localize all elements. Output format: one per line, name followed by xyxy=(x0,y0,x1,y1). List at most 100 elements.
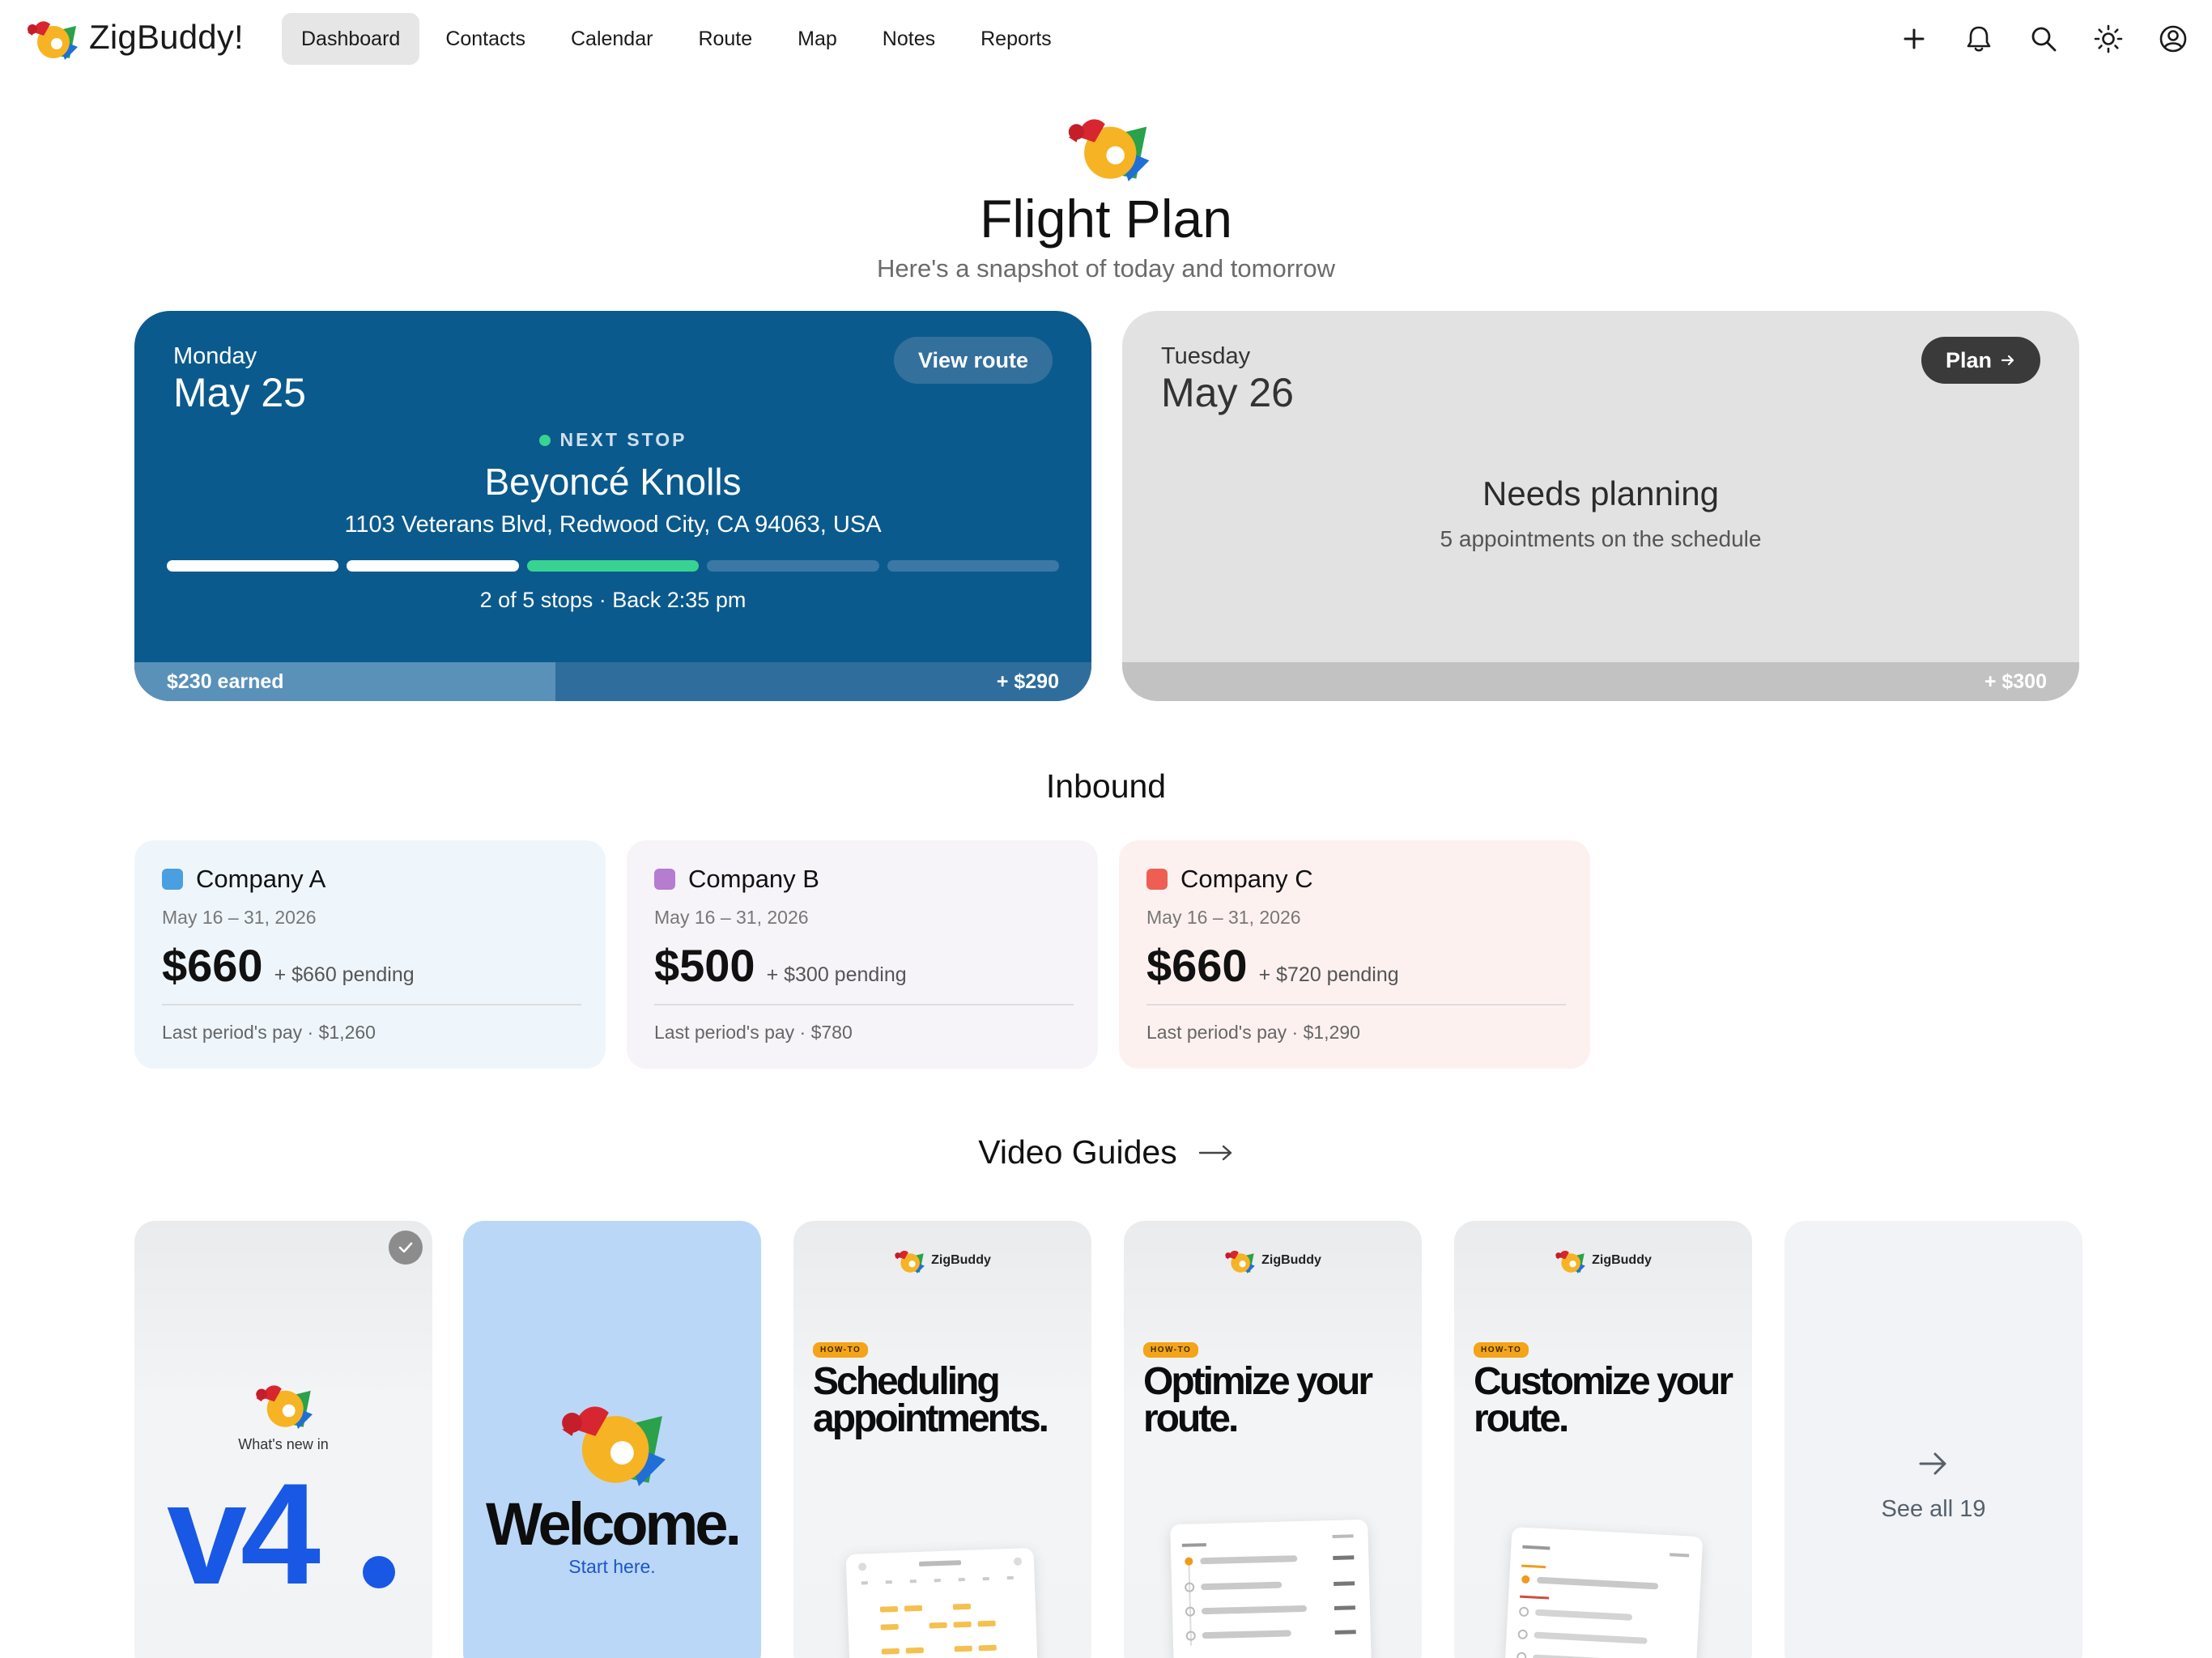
inbound-section-title: Inbound xyxy=(1045,767,1167,805)
see-all-guides-card[interactable]: See all 19 xyxy=(1784,1221,2082,1658)
plan-button[interactable]: Plan xyxy=(1921,337,2040,384)
zigbuddy-logo-icon xyxy=(894,1247,925,1273)
guide-subtitle: Start here. xyxy=(568,1556,656,1577)
route-settings-mockup-graphic xyxy=(1516,1545,1690,1658)
company-name: Company B xyxy=(688,865,819,893)
add-button[interactable] xyxy=(1898,19,1930,58)
account-button[interactable] xyxy=(2157,19,2189,58)
stops-summary: 2 of 5 stops · Back 2:35 pm xyxy=(479,588,747,612)
company-amount: $660 xyxy=(1146,940,1248,991)
video-guides-title: Video Guides xyxy=(978,1133,1177,1171)
company-card[interactable]: Company C May 16 – 31, 2026 $660 + $720 … xyxy=(1119,840,1590,1069)
stop-progress-segment xyxy=(707,560,879,572)
nav-actions xyxy=(1898,19,2189,58)
company-name: Company C xyxy=(1180,865,1313,893)
check-icon xyxy=(398,1242,413,1253)
next-stop-label: NEXT STOP xyxy=(134,429,1091,451)
video-guide-card[interactable]: ZigBuddy HOW-TO Optimize your route. xyxy=(1124,1221,1422,1658)
company-amount: $500 xyxy=(654,940,755,991)
status-dot-icon xyxy=(538,434,551,446)
plan-button-label: Plan xyxy=(1945,347,1992,372)
company-pending: + $720 pending xyxy=(1258,963,1399,986)
company-name: Company A xyxy=(196,865,326,893)
brand[interactable]: ZigBuddy! xyxy=(26,15,244,60)
company-last-pay: Last period's pay · $1,260 xyxy=(162,1022,376,1043)
notifications-button[interactable] xyxy=(1963,19,1995,58)
video-guide-card[interactable]: Welcome. Start here. xyxy=(463,1221,761,1658)
zigbuddy-logo-icon xyxy=(26,15,78,60)
arrow-right-icon xyxy=(2001,355,2014,366)
calendar-mockup-graphic xyxy=(858,1557,1023,1655)
company-card[interactable]: Company A May 16 – 31, 2026 $660 + $660 … xyxy=(134,840,606,1069)
today-weekday: Monday xyxy=(173,343,257,369)
company-amount: $660 xyxy=(162,940,263,991)
how-to-tag: HOW-TO xyxy=(813,1342,869,1358)
next-stop-address: 1103 Veterans Blvd, Redwood City, CA 940… xyxy=(344,512,882,538)
app-name: ZigBuddy! xyxy=(89,18,244,56)
nav-item-contacts[interactable]: Contacts xyxy=(426,13,545,65)
tomorrow-pending-amount: + $300 xyxy=(1984,670,2047,693)
stop-progress-segment xyxy=(887,560,1060,572)
video-guide-card[interactable]: ZigBuddy HOW-TO Scheduling appointments. xyxy=(793,1221,1091,1658)
company-card[interactable]: Company B May 16 – 31, 2026 $500 + $300 … xyxy=(627,840,1098,1069)
stop-progress-segment xyxy=(347,560,519,572)
page-title: Flight Plan xyxy=(980,189,1232,249)
nav-item-map[interactable]: Map xyxy=(778,13,857,65)
today-date: May 25 xyxy=(173,370,306,415)
zigbuddy-logo-icon xyxy=(559,1392,666,1486)
company-color-swatch xyxy=(654,869,675,890)
company-period: May 16 – 31, 2026 xyxy=(1146,907,1301,928)
account-icon xyxy=(2159,25,2187,53)
route-settings-mockup xyxy=(1503,1526,1704,1658)
guide-brand: ZigBuddy xyxy=(1454,1247,1752,1273)
video-guides-header[interactable]: Video Guides xyxy=(0,1133,2212,1171)
video-guide-card[interactable]: What's new in v4 xyxy=(134,1221,432,1658)
theme-toggle-button[interactable] xyxy=(2092,19,2125,58)
today-card[interactable]: Monday May 25 View route NEXT STOP Beyon… xyxy=(134,311,1091,701)
earnings-bar: $230 earned + $290 xyxy=(134,662,1091,701)
route-mockup-graphic xyxy=(1181,1534,1356,1646)
arrow-right-icon xyxy=(1919,1452,1946,1475)
nav-item-dashboard[interactable]: Dashboard xyxy=(282,13,420,65)
top-navigation: ZigBuddy! Dashboard Contacts Calendar Ro… xyxy=(0,0,2212,78)
company-color-swatch xyxy=(162,869,183,890)
how-to-tag: HOW-TO xyxy=(1143,1342,1199,1358)
guide-brand-name: ZigBuddy xyxy=(1261,1252,1321,1267)
stop-progress-segment xyxy=(167,560,339,572)
guide-headline: Welcome. xyxy=(485,1490,742,1558)
company-pending: + $300 pending xyxy=(766,963,907,986)
guide-headline: Optimize your route. xyxy=(1143,1360,1373,1440)
guide-brand-name: ZigBuddy xyxy=(1592,1252,1652,1267)
divider xyxy=(162,1004,581,1005)
plus-icon xyxy=(1904,28,1925,49)
nav-item-calendar[interactable]: Calendar xyxy=(551,13,672,65)
nav-item-notes[interactable]: Notes xyxy=(863,13,955,65)
company-amount-row: $660 + $660 pending xyxy=(162,939,415,992)
arrow-right-icon xyxy=(1198,1145,1231,1160)
video-guide-card[interactable]: ZigBuddy HOW-TO Customize your route. xyxy=(1454,1221,1752,1658)
guide-brand: ZigBuddy xyxy=(793,1247,1091,1273)
divider xyxy=(1146,1004,1566,1005)
calendar-mockup xyxy=(845,1548,1040,1658)
zigbuddy-hero-logo-icon xyxy=(1066,108,1150,181)
search-button[interactable] xyxy=(2027,19,2060,58)
guide-brand-name: ZigBuddy xyxy=(931,1252,991,1267)
watched-badge xyxy=(389,1231,423,1265)
earned-amount: $230 earned xyxy=(167,670,284,693)
nav-links: Dashboard Contacts Calendar Route Map No… xyxy=(282,13,1078,65)
tomorrow-card[interactable]: Tuesday May 26 Plan Needs planning 5 app… xyxy=(1122,311,2079,701)
view-route-button[interactable]: View route xyxy=(893,337,1053,384)
stops-progress-bar xyxy=(167,560,1060,572)
next-stop-text: NEXT STOP xyxy=(559,429,687,450)
tomorrow-date: May 26 xyxy=(1161,370,1294,415)
company-last-pay: Last period's pay · $780 xyxy=(654,1022,853,1043)
company-amount-row: $660 + $720 pending xyxy=(1146,939,1399,992)
how-to-tag: HOW-TO xyxy=(1474,1342,1529,1358)
stop-progress-segment xyxy=(526,560,700,572)
company-pending: + $660 pending xyxy=(274,963,415,986)
nav-item-reports[interactable]: Reports xyxy=(961,13,1071,65)
nav-item-route[interactable]: Route xyxy=(678,13,772,65)
planning-status-subtitle: 5 appointments on the schedule xyxy=(1440,526,1762,551)
tomorrow-weekday: Tuesday xyxy=(1161,343,1251,369)
tomorrow-earnings-bar: + $300 xyxy=(1122,662,2079,701)
